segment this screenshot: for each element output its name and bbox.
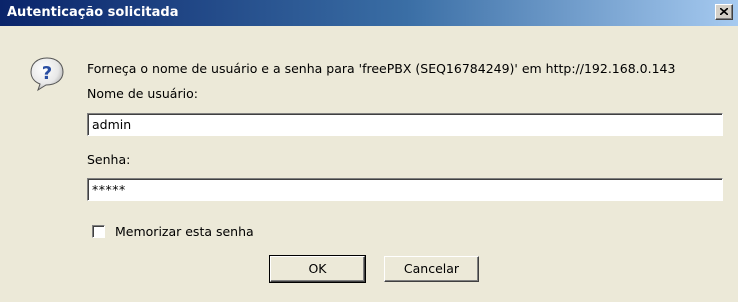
username-label: Nome de usuário: (87, 86, 198, 101)
remember-password-label[interactable]: Memorizar esta senha (115, 224, 254, 240)
password-field[interactable]: ***** (87, 178, 723, 201)
username-field[interactable]: admin (87, 113, 723, 136)
cancel-button[interactable]: Cancelar (384, 256, 479, 282)
question-icon: ? (30, 57, 64, 92)
window-title: Autenticação solicitada (7, 5, 179, 20)
prompt-message: Forneça o nome de usuário e a senha para… (87, 61, 676, 76)
remember-password-checkbox[interactable] (92, 225, 105, 238)
auth-dialog-window: Autenticação solicitada ? Forneça o nome… (0, 0, 738, 302)
ok-button[interactable]: OK (269, 255, 366, 283)
close-icon (720, 8, 728, 15)
close-button[interactable] (715, 4, 733, 20)
password-label: Senha: (87, 152, 131, 167)
svg-text:?: ? (42, 63, 52, 84)
title-bar: Autenticação solicitada (0, 0, 738, 26)
